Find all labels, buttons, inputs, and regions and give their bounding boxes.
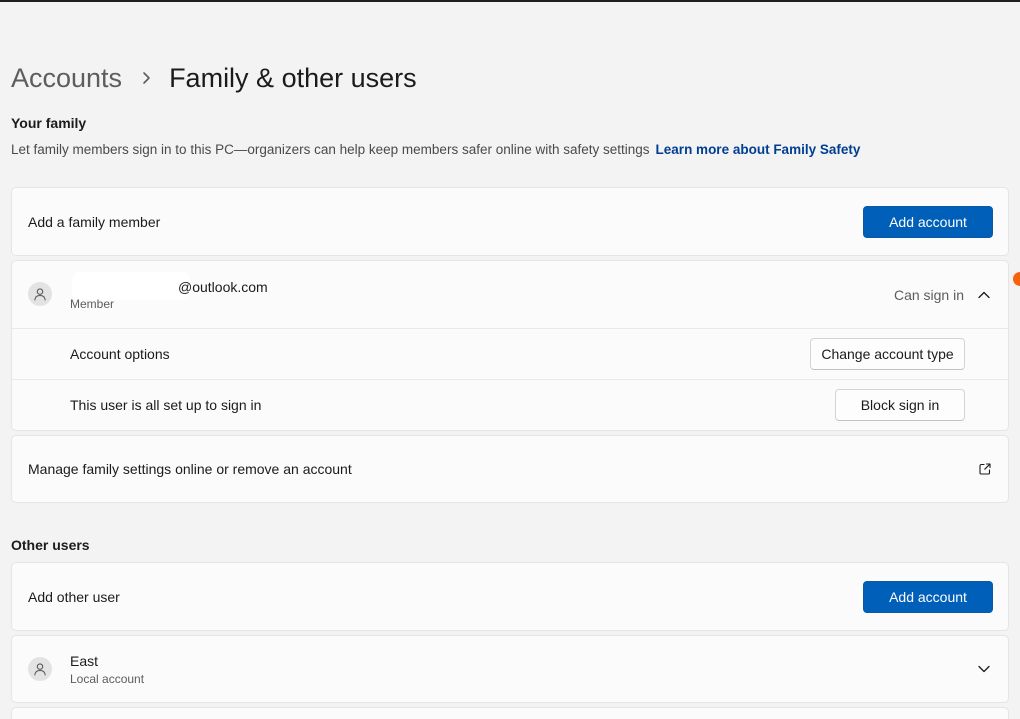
family-member-card: @outlook.com Member Can sign in Account … <box>11 260 1009 431</box>
add-family-member-label: Add a family member <box>28 213 161 230</box>
add-family-account-button[interactable]: Add account <box>863 206 993 238</box>
block-sign-in-button[interactable]: Block sign in <box>835 389 965 421</box>
person-icon <box>28 282 52 306</box>
manage-family-label: Manage family settings online or remove … <box>28 461 352 477</box>
breadcrumb-accounts[interactable]: Accounts <box>11 63 122 94</box>
add-other-user-label: Add other user <box>28 588 120 605</box>
family-description: Let family members sign in to this PC—or… <box>11 142 860 157</box>
other-user-type: Local account <box>70 672 145 686</box>
family-description-text: Let family members sign in to this PC—or… <box>11 142 650 157</box>
signin-status-label: This user is all set up to sign in <box>70 397 262 413</box>
signin-status-row: This user is all set up to sign in Block… <box>12 380 1008 430</box>
learn-more-family-safety-link[interactable]: Learn more about Family Safety <box>656 142 861 157</box>
family-member-email: @outlook.com <box>178 279 268 295</box>
add-family-member-card: Add a family member Add account <box>11 187 1009 256</box>
next-user-card <box>11 707 1009 719</box>
window-top-edge <box>0 0 1020 2</box>
account-options-row: Account options Change account type <box>12 329 1008 379</box>
chevron-down-icon[interactable] <box>977 662 991 676</box>
chevron-up-icon[interactable] <box>977 288 991 302</box>
person-icon <box>28 657 52 681</box>
add-other-account-button[interactable]: Add account <box>863 581 993 613</box>
notification-dot <box>1013 272 1020 286</box>
manage-family-card[interactable]: Manage family settings online or remove … <box>11 435 1009 503</box>
other-user-card[interactable]: East Local account <box>11 635 1009 703</box>
other-user-name: East <box>70 653 99 669</box>
change-account-type-button[interactable]: Change account type <box>810 338 965 370</box>
open-in-new-icon[interactable] <box>978 462 992 476</box>
family-member-header[interactable]: @outlook.com Member Can sign in <box>12 261 1008 328</box>
chevron-right-icon <box>136 71 156 85</box>
your-family-heading: Your family <box>11 115 87 131</box>
family-member-role: Member <box>70 297 115 311</box>
page-title: Family & other users <box>169 62 417 93</box>
redacted-email-name <box>72 272 190 300</box>
breadcrumb: Accounts Family & other users <box>11 58 417 98</box>
other-users-heading: Other users <box>11 537 90 553</box>
family-member-status: Can sign in <box>893 287 964 303</box>
add-other-user-card: Add other user Add account <box>11 562 1009 631</box>
account-options-label: Account options <box>70 346 170 362</box>
